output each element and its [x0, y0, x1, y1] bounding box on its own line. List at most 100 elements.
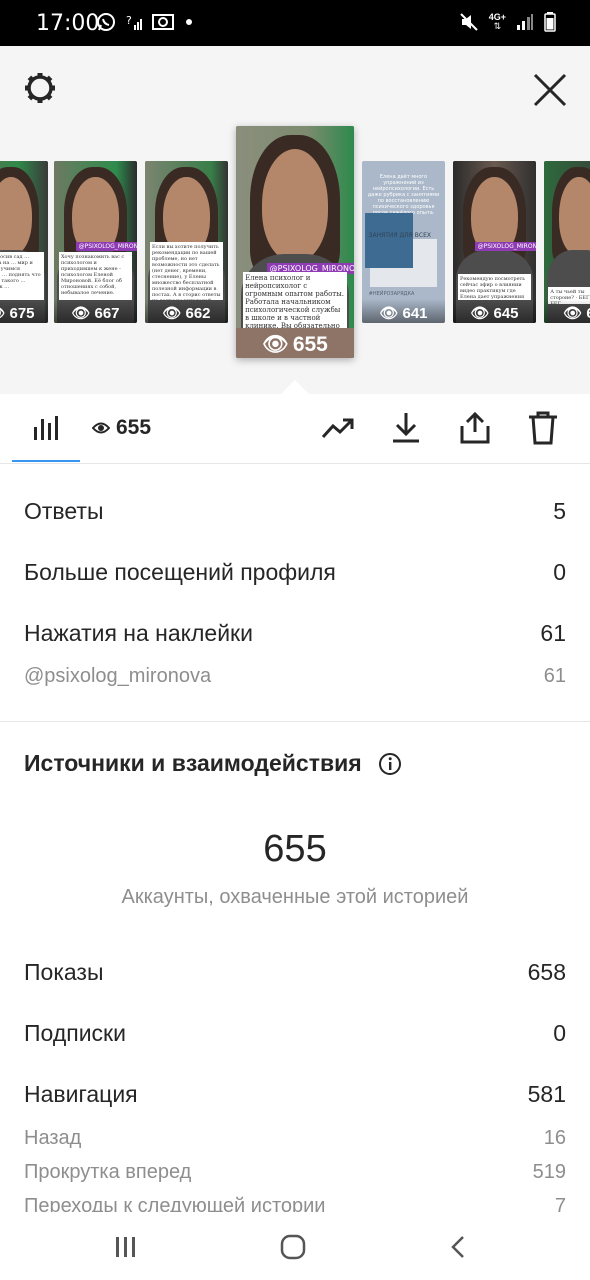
views-counter[interactable]: 655	[92, 416, 151, 440]
download-icon	[393, 413, 419, 443]
status-left-icons: ?	[96, 12, 194, 32]
promote-button[interactable]	[318, 408, 358, 448]
eye-icon: 👁	[379, 305, 399, 322]
story-view-count: 👁 662	[145, 299, 228, 323]
tab-insights[interactable]	[12, 394, 80, 462]
stat-row-sticker-mention[interactable]: @psixolog_mironova 61	[24, 665, 566, 688]
stat-row-navigation: Навигация 581	[24, 1081, 566, 1108]
tab-underline	[12, 460, 80, 462]
story-card-title: ЗАНЯТИЯ ДЛЯ ВСЕХ	[368, 232, 431, 240]
reach-caption: Аккаунты, охваченные этой историей	[121, 886, 469, 908]
story-mention-tag: @PSIXOLOG_MIRONOVA	[75, 242, 137, 251]
stat-row-back: Назад 16	[24, 1127, 566, 1150]
download-button[interactable]	[386, 408, 426, 448]
story-caption: Хочу познакомить вас с психологом и прих…	[58, 251, 133, 301]
eye-icon: 👁	[0, 304, 6, 322]
stat-value: 658	[527, 959, 566, 985]
story-caption: Рекомендую посмотреть сейчас эфир о влия…	[457, 274, 532, 301]
story-thumbnail[interactable]: А ты чьей ты стороне? · БЕГУ · ТЫ БЕГ 👁6	[544, 161, 590, 323]
story-caption: Елена психолог и нейропсихолог с огромны…	[243, 272, 347, 328]
stat-value: 581	[527, 1081, 566, 1107]
eye-icon	[92, 422, 110, 434]
section-title-text: Источники и взаимодействия	[24, 750, 362, 776]
section-title: Источники и взаимодействия	[24, 750, 402, 777]
back-icon	[451, 1236, 464, 1258]
story-view-count: 👁 655	[236, 328, 354, 358]
eye-icon: 👁	[262, 333, 289, 356]
trending-icon	[321, 418, 354, 439]
recent-apps-icon	[116, 1237, 135, 1257]
story-caption: ...неопросив сад … выросла на … мир и св…	[0, 251, 44, 301]
share-button[interactable]	[455, 408, 495, 448]
story-preview-area: ...неопросив сад … выросла на … мир и св…	[0, 46, 590, 394]
close-icon[interactable]	[530, 70, 570, 110]
stat-value: 16	[543, 1127, 566, 1149]
story-view-count: 👁6	[544, 299, 590, 323]
stat-value: 5	[553, 498, 566, 524]
stat-row-impressions: Показы 658	[24, 959, 566, 986]
story-caption: Если вы хотите получить рекомендации по …	[149, 242, 224, 301]
story-thumbnail[interactable]: @PSIXOLOG_MIRONOVA Хочу познакомить вас …	[54, 161, 137, 323]
stat-value: 0	[553, 559, 566, 585]
info-icon[interactable]	[378, 752, 402, 776]
stat-label: Ответы	[24, 498, 104, 524]
stat-row-profile-visits: Больше посещений профиля 0	[24, 559, 566, 586]
story-thumbnail[interactable]: Елена даёт много упражнений из нейропсих…	[362, 161, 445, 323]
back-button[interactable]	[438, 1230, 478, 1264]
home-icon	[280, 1234, 306, 1260]
stat-row-replies: Ответы 5	[24, 498, 566, 525]
stat-row-follows: Подписки 0	[24, 1020, 566, 1047]
system-nav-bar	[0, 1212, 590, 1280]
svg-text:?: ?	[126, 14, 132, 27]
data-arrows-icon: 4G+ ⇅	[488, 12, 506, 31]
sticker-mention-label: @psixolog_mironova	[24, 665, 212, 687]
story-thumbnail[interactable]: @PSIXOLOG_MIRONOVA Рекомендую посмотреть…	[453, 161, 536, 323]
story-view-count: 👁 667	[54, 299, 137, 323]
eye-icon: 👁	[563, 305, 583, 322]
status-bar: 17:00 ? 4G+ ⇅	[0, 0, 590, 46]
story-view-count: 👁 641	[362, 299, 445, 323]
gear-icon[interactable]	[22, 70, 58, 106]
eye-icon: 👁	[162, 305, 182, 322]
stat-row-forward: Прокрутка вперед 519	[24, 1161, 566, 1184]
stat-label: Навигация	[24, 1081, 138, 1107]
signal-icon	[517, 14, 533, 30]
stat-label: Назад	[24, 1127, 82, 1149]
stat-label: Подписки	[24, 1020, 126, 1046]
story-card-text: Елена даёт много упражнений из нейропсих…	[367, 173, 440, 216]
story-thumbnail[interactable]: Если вы хотите получить рекомендации по …	[145, 161, 228, 323]
home-button[interactable]	[273, 1230, 313, 1264]
story-thumbnail-selected[interactable]: @PSIXOLOG_MIRONOVA Елена психолог и нейр…	[236, 126, 354, 358]
status-time: 17:00	[36, 11, 100, 36]
share-icon	[460, 412, 490, 444]
dot-icon	[186, 19, 192, 25]
story-view-count: 👁675	[0, 299, 48, 323]
stat-label: Прокрутка вперед	[24, 1161, 192, 1183]
stat-value: 0	[553, 1020, 566, 1046]
bar-chart-icon	[34, 416, 58, 440]
story-mention-tag: @PSIXOLOG_MIRONOVA	[474, 242, 536, 251]
trash-icon	[529, 411, 557, 445]
stat-value: 61	[540, 620, 566, 646]
sticker-mention-value: 61	[543, 665, 566, 687]
views-count: 655	[116, 416, 152, 439]
delete-button[interactable]	[523, 408, 563, 448]
whatsapp-icon	[97, 13, 115, 31]
photo-icon	[152, 14, 174, 30]
stat-value: 519	[532, 1161, 566, 1183]
stat-label: Больше посещений профиля	[24, 559, 336, 585]
eye-icon: 👁	[470, 305, 490, 322]
mute-icon	[460, 13, 478, 31]
status-right-icons: 4G+ ⇅	[459, 12, 556, 32]
reach-number: 655	[263, 828, 327, 870]
recent-apps-button[interactable]	[106, 1230, 146, 1264]
story-card-footer: #НЕЙРОЗАРЯДКА	[368, 290, 415, 297]
stat-row-sticker-taps: Нажатия на наклейки 61	[24, 620, 566, 647]
unknown-signal-icon: ?	[126, 14, 142, 30]
story-thumbnail[interactable]: ...неопросив сад … выросла на … мир и св…	[0, 161, 48, 323]
eye-icon: 👁	[71, 305, 91, 322]
stat-label: Показы	[24, 959, 104, 985]
story-view-count: 👁 645	[453, 299, 536, 323]
selection-pointer	[281, 380, 309, 394]
battery-icon	[544, 12, 556, 32]
